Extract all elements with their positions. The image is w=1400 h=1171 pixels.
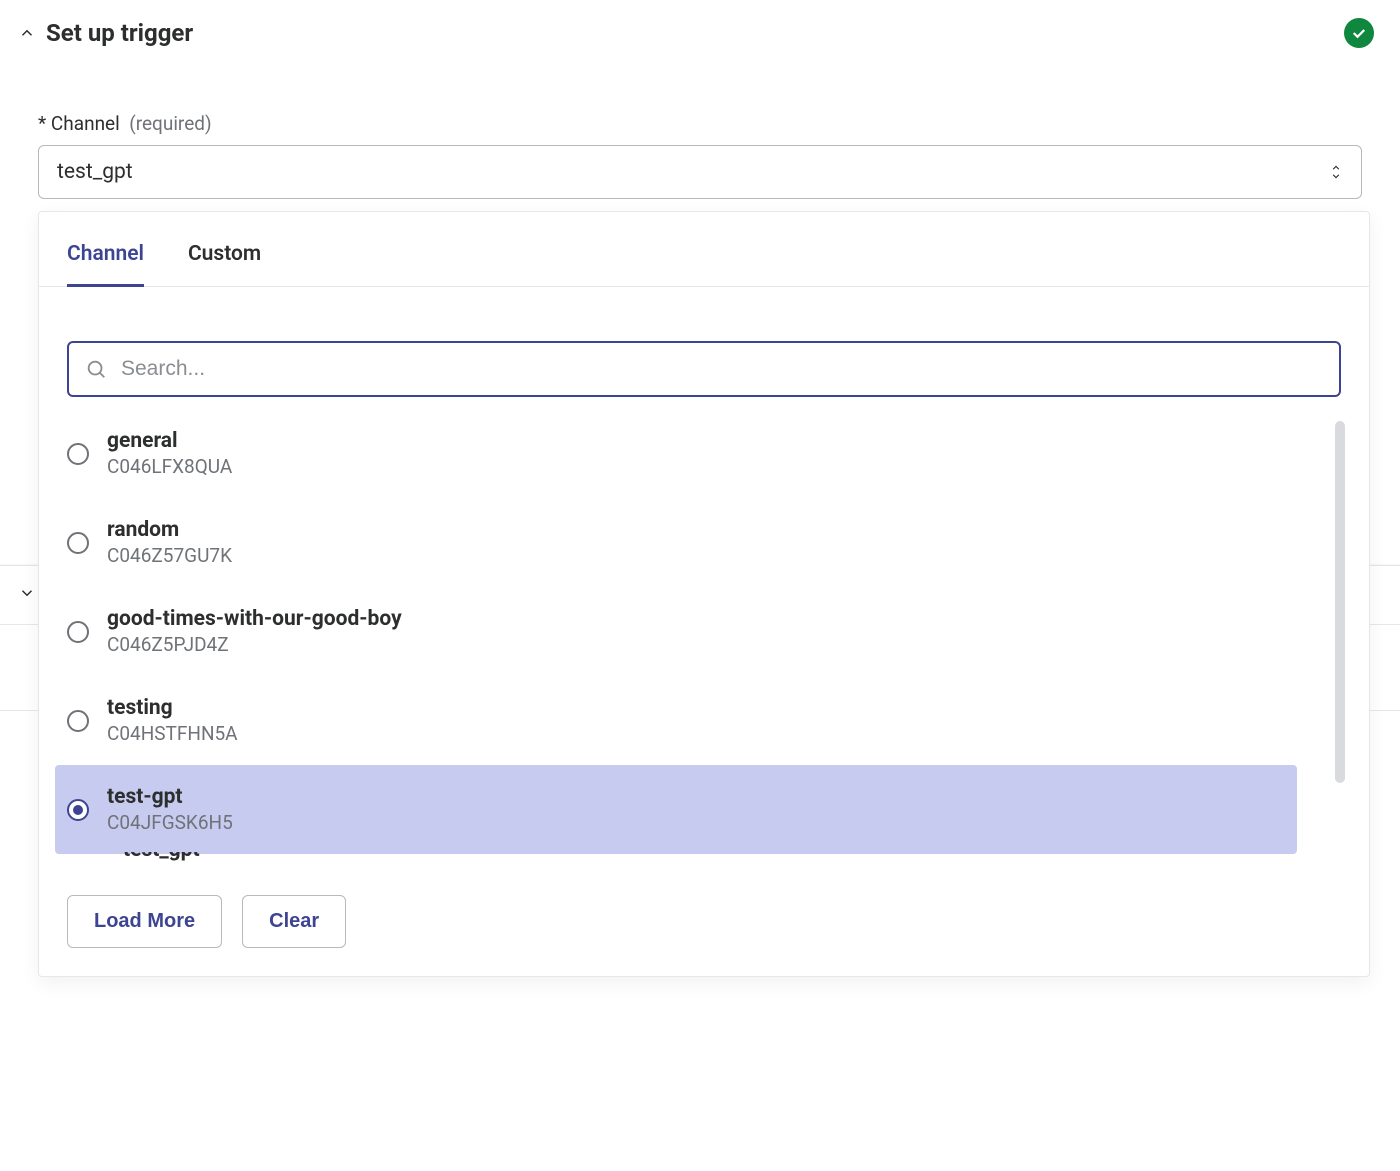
required-asterisk: * bbox=[38, 112, 46, 135]
radio-icon bbox=[67, 621, 89, 643]
option-text: good-times-with-our-good-boy C046Z5PJD4Z bbox=[107, 607, 402, 656]
tab-custom[interactable]: Custom bbox=[188, 242, 261, 286]
status-complete-icon bbox=[1344, 18, 1374, 48]
radio-icon bbox=[67, 532, 89, 554]
search-box[interactable] bbox=[67, 341, 1341, 397]
option-good-times[interactable]: good-times-with-our-good-boy C046Z5PJD4Z bbox=[55, 587, 1297, 676]
option-testing[interactable]: testing C04HSTFHN5A bbox=[55, 676, 1297, 765]
option-partial[interactable]: test_gpt bbox=[55, 846, 1297, 868]
options-list: general C046LFX8QUA random C046Z57GU7K g… bbox=[39, 409, 1349, 868]
option-id: C04JFGSK6H5 bbox=[107, 811, 233, 834]
channel-field-label: * Channel (required) bbox=[38, 112, 1362, 135]
option-name: test-gpt bbox=[107, 785, 233, 809]
option-name: good-times-with-our-good-boy bbox=[107, 607, 402, 631]
channel-select-value: test_gpt bbox=[57, 160, 133, 184]
options-container: general C046LFX8QUA random C046Z57GU7K g… bbox=[39, 409, 1369, 871]
search-input[interactable] bbox=[121, 357, 1323, 381]
option-id: C046LFX8QUA bbox=[107, 455, 232, 478]
required-text: (required) bbox=[129, 112, 211, 135]
radio-icon-selected bbox=[67, 799, 89, 821]
channel-field: * Channel (required) test_gpt bbox=[0, 112, 1400, 199]
dropdown-footer: Load More Clear bbox=[39, 871, 1369, 976]
option-text: random C046Z57GU7K bbox=[107, 518, 232, 567]
option-id: C046Z57GU7K bbox=[107, 544, 232, 567]
channel-dropdown-panel: Channel Custom general C046LFX8QUA rand bbox=[38, 211, 1370, 977]
option-id: C04HSTFHN5A bbox=[107, 722, 238, 745]
section-header: Set up trigger bbox=[0, 0, 1400, 66]
select-chevrons-icon bbox=[1329, 163, 1343, 181]
chevron-down-icon bbox=[18, 584, 36, 606]
search-wrap bbox=[39, 287, 1369, 397]
field-label-text: Channel bbox=[51, 112, 120, 135]
dropdown-tabs: Channel Custom bbox=[39, 212, 1369, 287]
search-icon bbox=[85, 358, 107, 380]
option-general[interactable]: general C046LFX8QUA bbox=[55, 409, 1297, 498]
option-name: general bbox=[107, 429, 232, 453]
section-header-left: Set up trigger bbox=[18, 19, 193, 47]
option-text: test_gpt bbox=[123, 852, 200, 862]
chevron-up-icon[interactable] bbox=[18, 24, 36, 42]
option-name: testing bbox=[107, 696, 238, 720]
clear-button[interactable]: Clear bbox=[242, 895, 346, 948]
radio-icon bbox=[67, 710, 89, 732]
option-id: C046Z5PJD4Z bbox=[107, 633, 402, 656]
radio-dot bbox=[73, 805, 83, 815]
option-text: testing C04HSTFHN5A bbox=[107, 696, 238, 745]
option-name: test_gpt bbox=[123, 852, 200, 862]
tab-channel[interactable]: Channel bbox=[67, 242, 144, 287]
scrollbar[interactable] bbox=[1335, 421, 1345, 783]
option-random[interactable]: random C046Z57GU7K bbox=[55, 498, 1297, 587]
option-text: general C046LFX8QUA bbox=[107, 429, 232, 478]
option-name: random bbox=[107, 518, 232, 542]
channel-select[interactable]: test_gpt bbox=[38, 145, 1362, 199]
option-text: test-gpt C04JFGSK6H5 bbox=[107, 785, 233, 834]
option-test-gpt[interactable]: test-gpt C04JFGSK6H5 bbox=[55, 765, 1297, 854]
section-title: Set up trigger bbox=[46, 19, 193, 47]
radio-icon bbox=[67, 443, 89, 465]
load-more-button[interactable]: Load More bbox=[67, 895, 222, 948]
